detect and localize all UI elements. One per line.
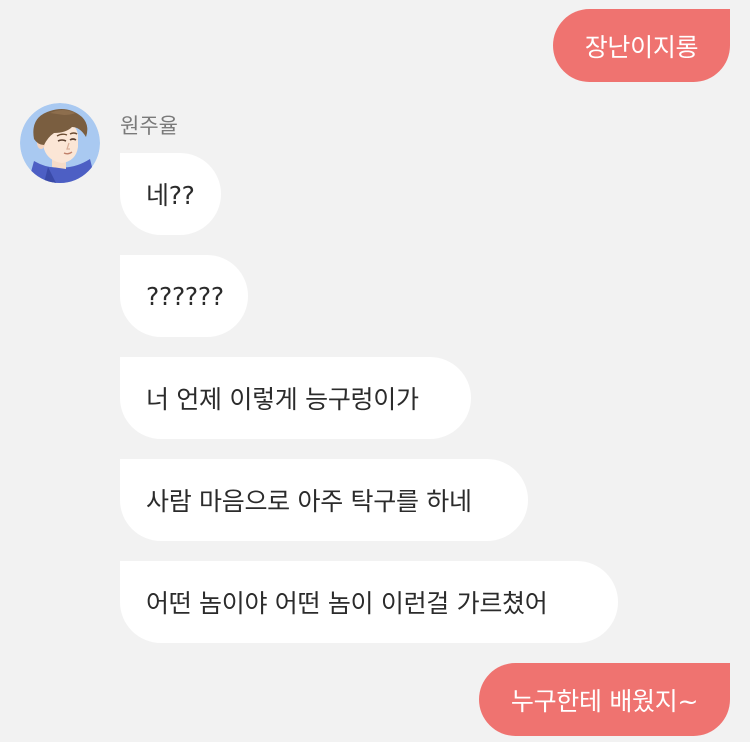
contact-avatar[interactable] xyxy=(20,103,100,183)
incoming-message-bubble[interactable]: 어떤 놈이야 어떤 놈이 이런걸 가르쳤어 xyxy=(120,561,618,643)
outgoing-message-text: 장난이지롱 xyxy=(584,32,699,62)
incoming-message-text: 어떤 놈이야 어떤 놈이 이런걸 가르쳤어 xyxy=(146,589,548,618)
outgoing-message-bubble[interactable]: 누구한테 배웠지~ xyxy=(479,663,730,736)
outgoing-message-bubble[interactable]: 장난이지롱 xyxy=(553,9,730,82)
incoming-message-text: 네?? xyxy=(146,181,195,210)
outgoing-message-text: 누구한테 배웠지~ xyxy=(510,686,699,716)
incoming-message-bubble[interactable]: 너 언제 이렇게 능구렁이가 xyxy=(120,357,471,439)
cartoon-boy-avatar-icon xyxy=(20,103,100,183)
contact-name: 원주율 xyxy=(120,114,178,138)
incoming-message-text: ?????? xyxy=(146,281,224,311)
incoming-message-bubble[interactable]: 네?? xyxy=(120,153,221,235)
incoming-message-bubble[interactable]: 사람 마음으로 아주 탁구를 하네 xyxy=(120,459,528,541)
incoming-message-text: 너 언제 이렇게 능구렁이가 xyxy=(146,385,419,414)
incoming-message-bubble[interactable]: ?????? xyxy=(120,255,248,337)
incoming-message-text: 사람 마음으로 아주 탁구를 하네 xyxy=(146,487,472,516)
